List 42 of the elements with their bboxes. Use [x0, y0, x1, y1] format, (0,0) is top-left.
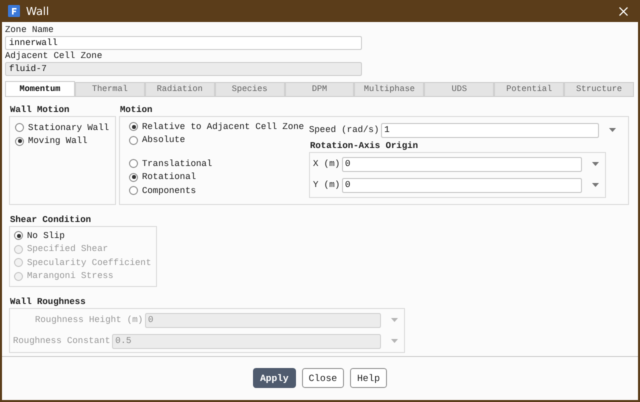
dialog-button[interactable]: Help [350, 368, 387, 388]
tab[interactable]: Multiphase [354, 82, 424, 96]
dialog-button[interactable]: Apply [253, 368, 296, 388]
group-title: Shear Condition [10, 214, 92, 226]
tab[interactable]: Structure [564, 82, 634, 96]
group-title: Motion [120, 104, 154, 116]
app-icon [8, 5, 20, 17]
tab[interactable]: Radiation [144, 82, 215, 96]
window-title: Wall [26, 4, 50, 18]
tab[interactable]: Momentum [5, 81, 75, 96]
group-title: Wall Motion [10, 104, 70, 116]
radio-option[interactable]: Stationary Wall [15, 121, 110, 134]
radio-option[interactable]: Components [129, 184, 196, 197]
tab[interactable]: Species [214, 82, 285, 96]
field-label: Speed (rad/s) [309, 125, 380, 135]
zone-name-field[interactable]: innerwall [5, 36, 362, 50]
radio-option[interactable]: Absolute [129, 134, 186, 146]
field-label: X (m) [313, 159, 340, 169]
group-title: Rotation-Axis Origin [310, 141, 420, 152]
radio-option[interactable]: Relative to Adjacent Cell Zone [129, 120, 304, 133]
tab[interactable]: Potential [494, 82, 564, 96]
coordinate-field[interactable]: 0 [342, 178, 582, 192]
field-label: Roughness Height (m) [35, 315, 144, 325]
radio-option[interactable]: No Slip [14, 229, 65, 242]
dropdown-icon[interactable] [592, 162, 599, 166]
tab[interactable]: Thermal [74, 82, 145, 96]
group-title: Wall Roughness [10, 296, 87, 308]
radio-option[interactable]: Translational [129, 157, 212, 170]
dropdown-icon[interactable] [592, 183, 599, 187]
close-icon[interactable] [619, 6, 628, 16]
field-label: Y (m) [313, 180, 340, 190]
field-label: Zone Name [5, 24, 55, 36]
coordinate-field[interactable]: 0 [342, 156, 582, 172]
radio-option[interactable]: Rotational [129, 170, 196, 184]
tab[interactable]: UDS [424, 82, 494, 96]
field-label: Adjacent Cell Zone [5, 50, 104, 62]
speed-field[interactable]: 1 [381, 122, 599, 138]
tab[interactable]: DPM [284, 82, 354, 96]
dialog-button[interactable]: Close [302, 368, 344, 388]
dropdown-icon[interactable] [609, 128, 616, 132]
radio-option[interactable]: Moving Wall [15, 134, 88, 148]
field-label: Roughness Constant [13, 336, 110, 346]
